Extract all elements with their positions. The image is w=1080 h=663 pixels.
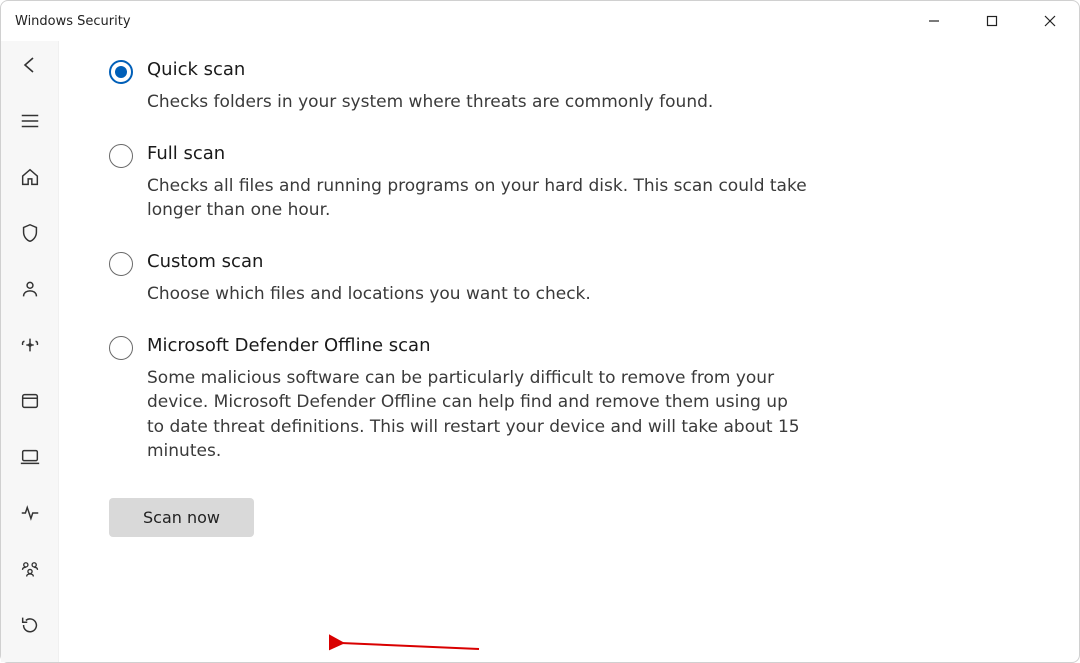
- option-title: Full scan: [147, 143, 809, 164]
- radio-selected-icon[interactable]: [109, 60, 133, 84]
- window-controls: [905, 1, 1079, 41]
- window: Windows Security: [0, 0, 1080, 663]
- device-icon[interactable]: [9, 439, 51, 475]
- back-button[interactable]: [9, 47, 51, 83]
- scan-option-custom[interactable]: Custom scan Choose which files and locat…: [109, 251, 809, 307]
- scan-now-button[interactable]: Scan now: [109, 498, 254, 537]
- option-text: Full scan Checks all files and running p…: [147, 143, 809, 223]
- sidebar: [1, 41, 59, 662]
- option-title: Custom scan: [147, 251, 809, 272]
- firewall-icon[interactable]: [9, 327, 51, 363]
- option-desc: Some malicious software can be particula…: [147, 366, 809, 465]
- maximize-button[interactable]: [963, 1, 1021, 41]
- history-icon[interactable]: [9, 607, 51, 643]
- close-button[interactable]: [1021, 1, 1079, 41]
- radio-unselected-icon[interactable]: [109, 252, 133, 276]
- home-icon[interactable]: [9, 159, 51, 195]
- radio-unselected-icon[interactable]: [109, 144, 133, 168]
- option-desc: Checks folders in your system where thre…: [147, 90, 809, 115]
- titlebar: Windows Security: [1, 1, 1079, 41]
- scan-option-full[interactable]: Full scan Checks all files and running p…: [109, 143, 809, 223]
- content: Quick scan Checks folders in your system…: [59, 41, 1079, 662]
- body: Quick scan Checks folders in your system…: [1, 41, 1079, 662]
- option-text: Custom scan Choose which files and locat…: [147, 251, 809, 307]
- menu-icon[interactable]: [9, 103, 51, 139]
- option-desc: Choose which files and locations you wan…: [147, 282, 809, 307]
- option-title: Microsoft Defender Offline scan: [147, 335, 809, 356]
- option-desc: Checks all files and running programs on…: [147, 174, 809, 223]
- option-text: Microsoft Defender Offline scan Some mal…: [147, 335, 809, 465]
- window-title: Windows Security: [15, 14, 131, 29]
- shield-icon[interactable]: [9, 215, 51, 251]
- option-text: Quick scan Checks folders in your system…: [147, 59, 809, 115]
- scan-option-quick[interactable]: Quick scan Checks folders in your system…: [109, 59, 809, 115]
- radio-unselected-icon[interactable]: [109, 336, 133, 360]
- app-browser-icon[interactable]: [9, 383, 51, 419]
- family-icon[interactable]: [9, 551, 51, 587]
- scan-option-offline[interactable]: Microsoft Defender Offline scan Some mal…: [109, 335, 809, 465]
- account-icon[interactable]: [9, 271, 51, 307]
- option-title: Quick scan: [147, 59, 809, 80]
- annotation-arrow-icon: [329, 631, 489, 661]
- performance-icon[interactable]: [9, 495, 51, 531]
- minimize-button[interactable]: [905, 1, 963, 41]
